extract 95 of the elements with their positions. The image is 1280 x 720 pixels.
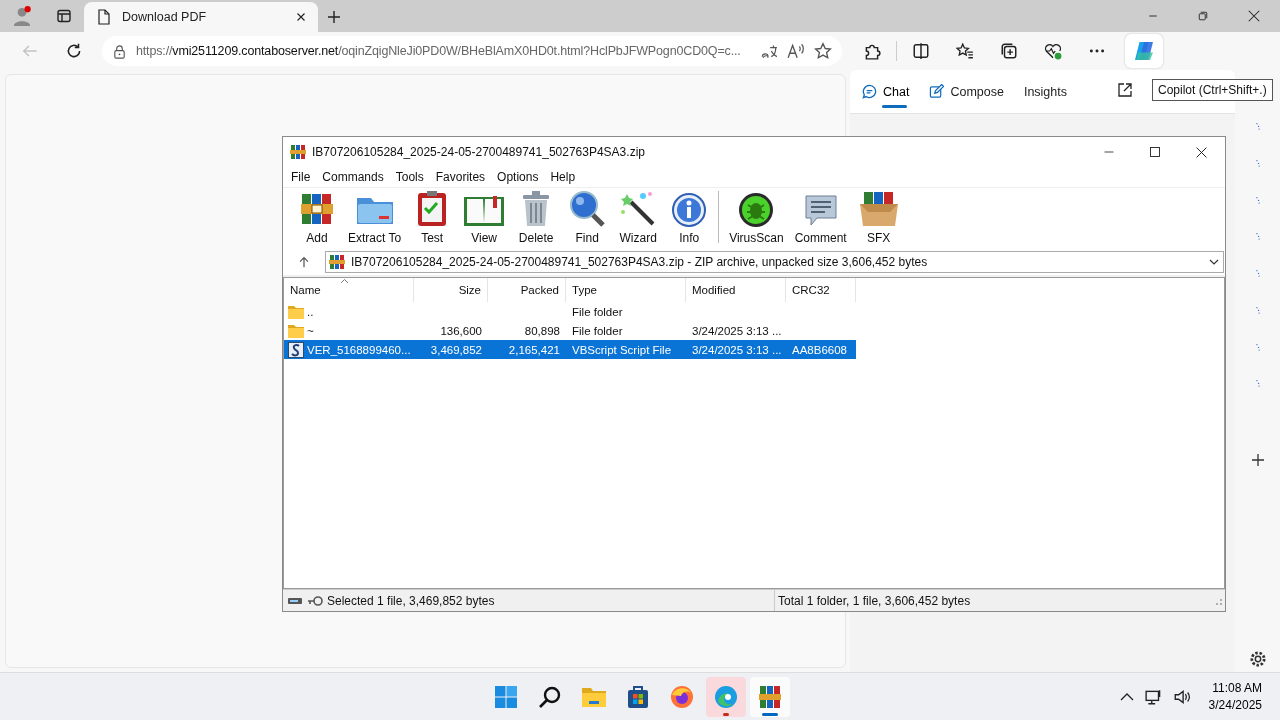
toolbar-button[interactable]: SFX (853, 188, 904, 245)
chat-icon (862, 84, 877, 99)
refresh-icon[interactable] (65, 42, 83, 60)
network-icon[interactable] (1144, 687, 1163, 706)
archive-app-icon (290, 144, 306, 160)
taskbar-button[interactable] (750, 676, 790, 717)
toolbar-button[interactable]: Comment (790, 188, 851, 245)
table-cell: 3,469,852 (414, 340, 488, 359)
box-icon (857, 190, 900, 228)
pencil-icon (929, 84, 945, 99)
column-header[interactable]: Packed (488, 278, 566, 302)
menu-item[interactable]: Commands (316, 170, 390, 184)
profile-icon[interactable] (12, 6, 32, 26)
table-cell-text: File folder (571, 304, 624, 320)
column-header[interactable]: CRC32 (786, 278, 856, 302)
copilot-icon[interactable] (1132, 39, 1156, 63)
column-header[interactable]: Modified (686, 278, 786, 302)
plus-icon[interactable] (326, 9, 342, 25)
open-external-icon[interactable] (1117, 81, 1133, 98)
status-text: Total 1 folder, 1 file, 3,606,452 bytes (778, 593, 971, 608)
volume-icon[interactable] (1172, 687, 1191, 706)
books-icon (758, 683, 782, 710)
folder-icon (288, 304, 304, 319)
search-icon (538, 684, 562, 709)
resize-grip-icon (1214, 596, 1222, 605)
star-icon[interactable] (814, 42, 832, 60)
heart-pulse-icon[interactable] (1044, 42, 1062, 60)
table-cell: 3/24/2025 3:13 ... (686, 340, 786, 359)
toolbar-button[interactable]: Wizard (614, 188, 663, 245)
address-bar[interactable]: https://vmi2511209.contaboserver.net/oqinZqigNleJi0PD0W/BHeBlAmX0HD0t.html?HclPbJFWPogn0CD0Q=c... (102, 36, 842, 66)
menu-item[interactable]: Options (491, 170, 545, 184)
toolbar-button[interactable]: Find (563, 188, 612, 245)
magnifier-icon (568, 190, 607, 228)
url-text: https://vmi2511209.contaboserver.net/oqinZqigNleJi0PD0W/BHeBlAmX0HD0t.html?HclPbJFWPogn0CD0Q=c... (136, 44, 742, 58)
menu-item[interactable]: Tools (389, 170, 430, 184)
menu-item[interactable]: Help (544, 170, 582, 184)
table-cell: 2,165,421 (488, 340, 566, 359)
toolbar-button[interactable]: Extract To (344, 188, 406, 245)
grid-icon (494, 684, 518, 709)
bug-icon (738, 192, 775, 228)
file-name-cell[interactable]: VER_5168899460... (284, 340, 414, 359)
archive-icon (329, 254, 345, 270)
extensions-icon[interactable] (863, 42, 881, 60)
sidebar-tab[interactable]: Compose (929, 70, 1016, 114)
file-name-cell[interactable]: .. (284, 302, 414, 321)
maximize-icon[interactable] (1149, 145, 1161, 158)
browser-icon (670, 684, 694, 709)
column-header[interactable]: Name (284, 278, 414, 302)
tooltip: Copilot (Ctrl+Shift+.) (1152, 79, 1273, 101)
sidebar-tab[interactable]: Chat (862, 70, 922, 114)
file-name-cell[interactable]: ~ (284, 321, 414, 340)
document-icon (96, 9, 112, 25)
table-cell: AA8B6608 (786, 340, 856, 359)
clipboard-check-icon (416, 190, 449, 228)
menu-item[interactable]: Favorites (429, 170, 492, 184)
menu-item[interactable]: File (285, 170, 317, 184)
close-icon[interactable] (1247, 9, 1261, 23)
tab-actions-icon[interactable] (56, 8, 72, 24)
plus-icon[interactable] (1249, 452, 1266, 468)
up-arrow-icon[interactable] (297, 255, 311, 269)
info-icon (671, 192, 708, 228)
read-aloud-icon[interactable] (787, 42, 805, 60)
favorites-icon[interactable] (956, 42, 974, 60)
toolbar-button[interactable]: Test (408, 188, 457, 245)
column-header[interactable]: Type (566, 278, 686, 302)
folder-icon (288, 323, 304, 338)
sidebar-tab[interactable]: Insights (1023, 70, 1079, 114)
collections-icon[interactable] (1000, 42, 1018, 60)
clock[interactable]: 11:08 AM 3/24/2025 (1208, 679, 1262, 714)
column-header[interactable]: Size (414, 278, 488, 302)
table-cell-text: 3/24/2025 3:13 ... (691, 323, 783, 339)
toolbar-button[interactable]: View (459, 188, 510, 245)
table-cell: VBScript Script File (566, 340, 686, 359)
toolbar-button[interactable]: Delete (512, 188, 561, 245)
settings-icon[interactable] (1248, 650, 1267, 668)
lock-icon[interactable] (112, 43, 127, 59)
translate-icon[interactable] (760, 42, 778, 60)
script-file-icon (288, 341, 304, 358)
table-cell-text: 136,600 (439, 323, 483, 339)
window-title: IB707206105284_2025-24-05-2700489741_502763P4SA3.zip (312, 145, 645, 159)
close-icon[interactable] (1195, 145, 1208, 159)
path-field[interactable]: IB707206105284_2025-24-05-2700489741_502763P4SA3.zip - ZIP archive, unpacked size 3,606,452 bytes (325, 251, 1224, 273)
book-icon (463, 194, 506, 228)
split-screen-icon[interactable] (912, 42, 930, 60)
toolbar-button[interactable]: Add (293, 188, 341, 245)
toolbar-button[interactable]: Info (665, 188, 714, 245)
restore-icon[interactable] (1197, 10, 1209, 22)
status-text: Selected 1 file, 3,469,852 bytes (327, 593, 495, 608)
browser-tab[interactable]: Download PDF (84, 2, 318, 32)
shopping-bag-icon (626, 684, 650, 709)
speech-bubble-icon (802, 192, 839, 228)
toolbar-button[interactable]: VirusScan (725, 188, 788, 245)
table-cell-text: 80,898 (523, 323, 561, 339)
table-cell-text: File folder (571, 323, 624, 339)
browser-icon (714, 684, 738, 709)
